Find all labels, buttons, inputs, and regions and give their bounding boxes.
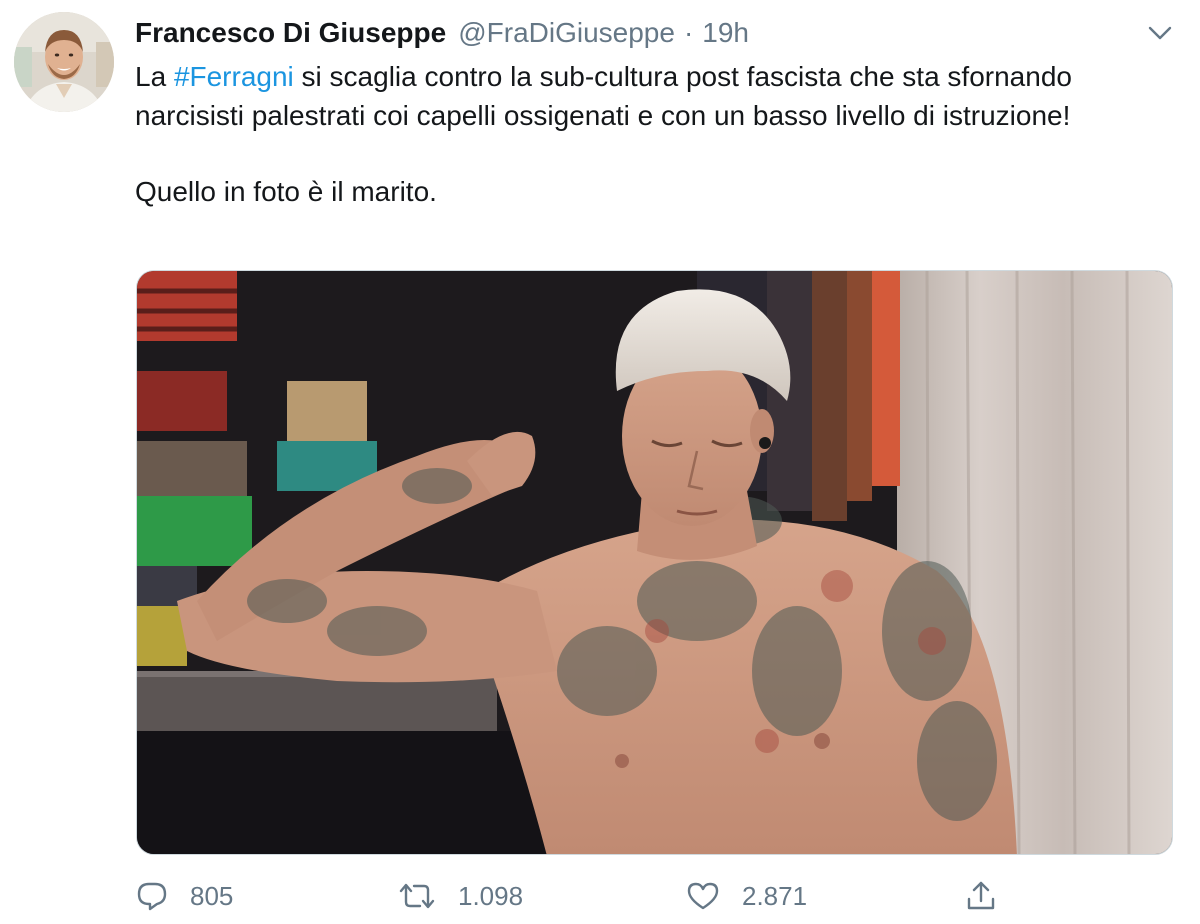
hashtag-link[interactable]: #Ferragni [174,61,294,92]
reply-icon [137,882,167,911]
retweet-button[interactable]: 1.098 [398,870,523,922]
tweet-paragraph-2: Quello in foto è il marito. [135,176,437,207]
tweet-paragraph-1: La #Ferragni si scaglia contro la sub-cu… [135,58,1175,135]
more-options-button[interactable] [1143,20,1177,46]
retweet-icon [399,883,435,909]
reply-button[interactable]: 805 [136,870,233,922]
like-button[interactable]: 2.871 [686,870,807,922]
author-handle[interactable]: @FraDiGiuseppe [458,17,675,49]
tweet-photo[interactable] [136,270,1173,855]
tweet-text-prefix: La [135,61,174,92]
separator-dot: · [683,17,694,48]
retweet-count: 1.098 [458,880,524,911]
share-icon [967,881,995,910]
tweet-text: La #Ferragni si scaglia contro la sub-cu… [135,58,1175,212]
tweet-timestamp[interactable]: 19h [702,17,749,49]
tweet-header: Francesco Di Giuseppe @FraDiGiuseppe · 1… [135,14,749,52]
tweet-photo-image [137,271,1172,854]
tweet-actions: 805 1.098 2.871 [0,870,1200,924]
author-name[interactable]: Francesco Di Giuseppe [135,17,446,49]
avatar[interactable] [14,12,114,112]
reply-count: 805 [190,880,234,911]
share-button[interactable] [965,870,997,922]
chevron-down-icon [1148,26,1172,40]
avatar-image [14,12,114,112]
like-count: 2.871 [742,880,808,911]
heart-icon [687,882,719,910]
